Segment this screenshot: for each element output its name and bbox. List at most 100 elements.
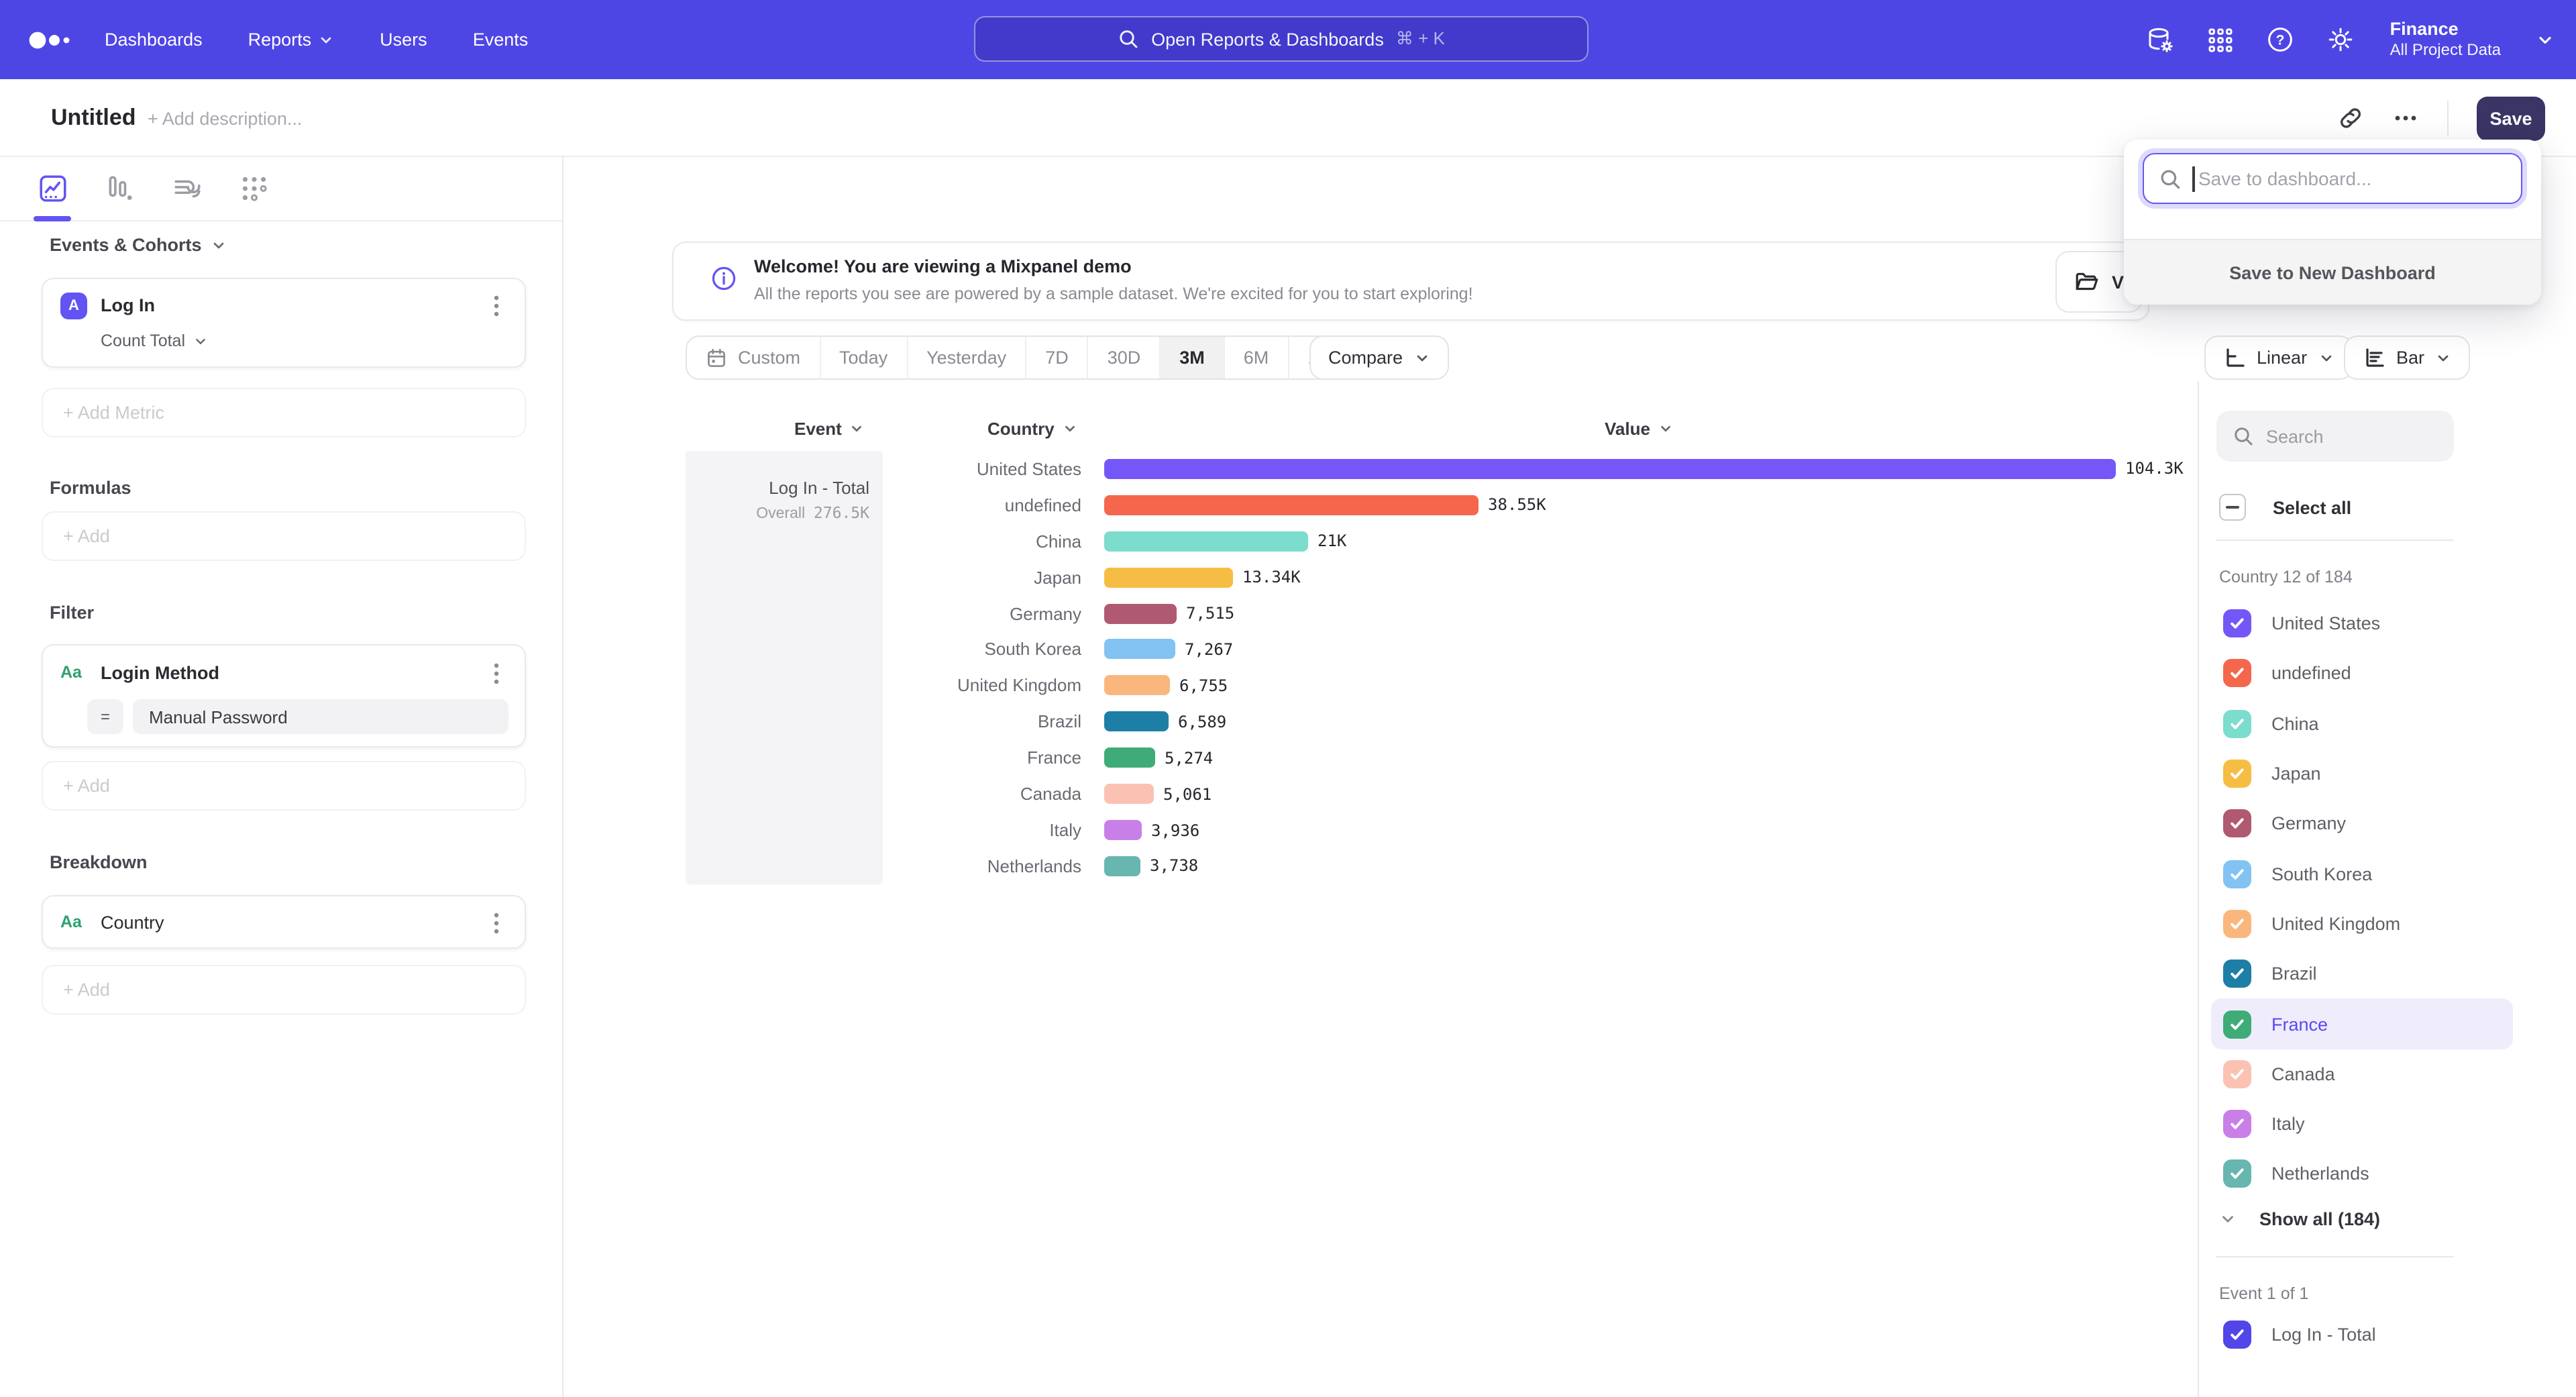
- country-filter-row[interactable]: United States: [2211, 599, 2513, 649]
- segment-search-placeholder: Search: [2266, 426, 2324, 446]
- bar-segment[interactable]: [1104, 567, 1233, 587]
- column-header-value[interactable]: Value: [1605, 419, 1673, 439]
- show-all-toggle[interactable]: Show all (184): [2219, 1209, 2380, 1229]
- help-icon[interactable]: ?: [2267, 25, 2295, 54]
- bar-segment[interactable]: [1104, 784, 1154, 804]
- checked-checkbox-icon: [2223, 709, 2251, 737]
- tab-retention[interactable]: [239, 156, 270, 221]
- bar-segment[interactable]: [1104, 639, 1175, 660]
- kebab-menu-icon[interactable]: [484, 293, 508, 319]
- save-to-new-dashboard-button[interactable]: Save to New Dashboard: [2124, 239, 2541, 305]
- nav-item-reports[interactable]: Reports: [248, 30, 335, 50]
- data-management-icon[interactable]: [2146, 25, 2176, 54]
- checked-checkbox-icon: [2223, 609, 2251, 637]
- mixpanel-logo-icon[interactable]: [27, 26, 72, 53]
- events-cohorts-header[interactable]: Events & Cohorts: [50, 235, 227, 255]
- report-title[interactable]: Untitled: [51, 105, 136, 132]
- aggregation-selector[interactable]: Count Total: [101, 331, 208, 350]
- event-filter-row[interactable]: Log In - Total: [2223, 1321, 2376, 1349]
- event-series-cell[interactable]: Log In - Total Overall 276.5K: [686, 451, 883, 884]
- event-filter-label: Log In - Total: [2271, 1325, 2376, 1345]
- compare-button[interactable]: Compare: [1309, 335, 1448, 380]
- gear-icon[interactable]: [2327, 25, 2355, 54]
- project-switcher[interactable]: Finance All Project Data: [2390, 19, 2555, 60]
- range-yesterday[interactable]: Yesterday: [908, 337, 1026, 378]
- select-all-checkbox[interactable]: Select all: [2219, 494, 2351, 521]
- bar-segment[interactable]: [1104, 676, 1170, 696]
- nav-item-events[interactable]: Events: [473, 30, 529, 50]
- tab-funnels[interactable]: [105, 156, 136, 221]
- bar-segment[interactable]: [1104, 459, 2116, 479]
- bar-segment[interactable]: [1104, 856, 1140, 876]
- bar-value-label: 13.34K: [1242, 568, 1301, 586]
- metric-card[interactable]: A Log In Count Total: [42, 278, 526, 368]
- breakdown-card[interactable]: Aa Country: [42, 895, 526, 949]
- apps-grid-icon[interactable]: [2208, 26, 2235, 53]
- add-breakdown-button[interactable]: + Add: [42, 965, 526, 1015]
- range-3m[interactable]: 3M: [1161, 337, 1225, 378]
- country-filter-row[interactable]: France: [2211, 999, 2513, 1049]
- copy-link-icon[interactable]: [2337, 105, 2364, 132]
- bar-value-label: 3,936: [1151, 821, 1199, 839]
- filter-operator[interactable]: =: [87, 699, 123, 734]
- bar-segment[interactable]: [1104, 531, 1308, 552]
- bar-row: undefined 38.55K: [859, 487, 2160, 523]
- country-filter-row[interactable]: United Kingdom: [2211, 899, 2513, 949]
- nav-item-users[interactable]: Users: [380, 30, 427, 50]
- range-30d[interactable]: 30D: [1089, 337, 1161, 378]
- check-icon: [2229, 915, 2246, 933]
- filter-property-name[interactable]: Login Method: [101, 663, 219, 683]
- country-filter-row[interactable]: South Korea: [2211, 849, 2513, 899]
- range-today[interactable]: Today: [820, 337, 908, 378]
- calendar-icon: [706, 347, 727, 368]
- nav-item-dashboards[interactable]: Dashboards: [105, 30, 203, 50]
- country-filter-label: France: [2271, 1014, 2328, 1034]
- kebab-menu-icon[interactable]: [484, 910, 508, 937]
- country-filter-row[interactable]: Germany: [2211, 798, 2513, 849]
- column-header-event[interactable]: Event: [794, 419, 865, 439]
- breakdown-property-name[interactable]: Country: [101, 913, 164, 933]
- country-filter-row[interactable]: Netherlands: [2211, 1149, 2513, 1200]
- country-filter-row[interactable]: Canada: [2211, 1049, 2513, 1099]
- add-metric-button[interactable]: + Add Metric: [42, 388, 526, 437]
- bar-row: United States 104.3K: [859, 451, 2160, 487]
- add-filter-button[interactable]: + Add: [42, 761, 526, 811]
- country-filter-row[interactable]: Brazil: [2211, 949, 2513, 999]
- filter-header: Filter: [50, 603, 94, 623]
- add-description-button[interactable]: + Add description...: [148, 109, 302, 129]
- filter-value[interactable]: Manual Password: [133, 699, 508, 734]
- project-name: Finance: [2390, 19, 2501, 40]
- global-search-button[interactable]: Open Reports & Dashboards ⌘ + K: [974, 16, 1589, 62]
- save-to-dashboard-input[interactable]: Save to dashboard...: [2143, 153, 2522, 204]
- metric-event-name[interactable]: Log In: [101, 295, 155, 315]
- country-filter-row[interactable]: Japan: [2211, 749, 2513, 799]
- save-button[interactable]: Save: [2477, 96, 2545, 140]
- column-header-country[interactable]: Country: [987, 419, 1077, 439]
- range-custom[interactable]: Custom: [687, 337, 820, 378]
- bar-segment[interactable]: [1104, 747, 1155, 768]
- bar-segment[interactable]: [1104, 603, 1177, 623]
- chart-type-selector[interactable]: Bar: [2344, 335, 2470, 380]
- add-formula-button[interactable]: + Add: [42, 511, 526, 561]
- bar-value-label: 5,274: [1165, 748, 1213, 767]
- tab-insights[interactable]: [38, 156, 68, 221]
- checked-checkbox-icon: [2223, 910, 2251, 938]
- scale-selector[interactable]: Linear: [2204, 335, 2353, 380]
- range-6m[interactable]: 6M: [1225, 337, 1289, 378]
- more-options-icon[interactable]: [2392, 105, 2419, 132]
- segment-search-input[interactable]: Search: [2216, 411, 2454, 462]
- bar-segment[interactable]: [1104, 495, 1479, 515]
- bar-category-label: France: [859, 747, 1081, 768]
- filter-card[interactable]: Aa Login Method = Manual Password: [42, 644, 526, 747]
- kebab-menu-icon[interactable]: [484, 660, 508, 687]
- search-shortcut: ⌘ + K: [1396, 28, 1445, 50]
- country-filter-row[interactable]: undefined: [2211, 649, 2513, 699]
- country-filter-row[interactable]: Italy: [2211, 1099, 2513, 1149]
- string-property-badge: Aa: [60, 663, 82, 682]
- tab-flows[interactable]: [172, 156, 203, 221]
- range-7d[interactable]: 7D: [1026, 337, 1089, 378]
- country-filter-row[interactable]: China: [2211, 698, 2513, 749]
- bar-segment[interactable]: [1104, 712, 1169, 732]
- check-icon: [2229, 965, 2246, 982]
- bar-segment[interactable]: [1104, 820, 1142, 840]
